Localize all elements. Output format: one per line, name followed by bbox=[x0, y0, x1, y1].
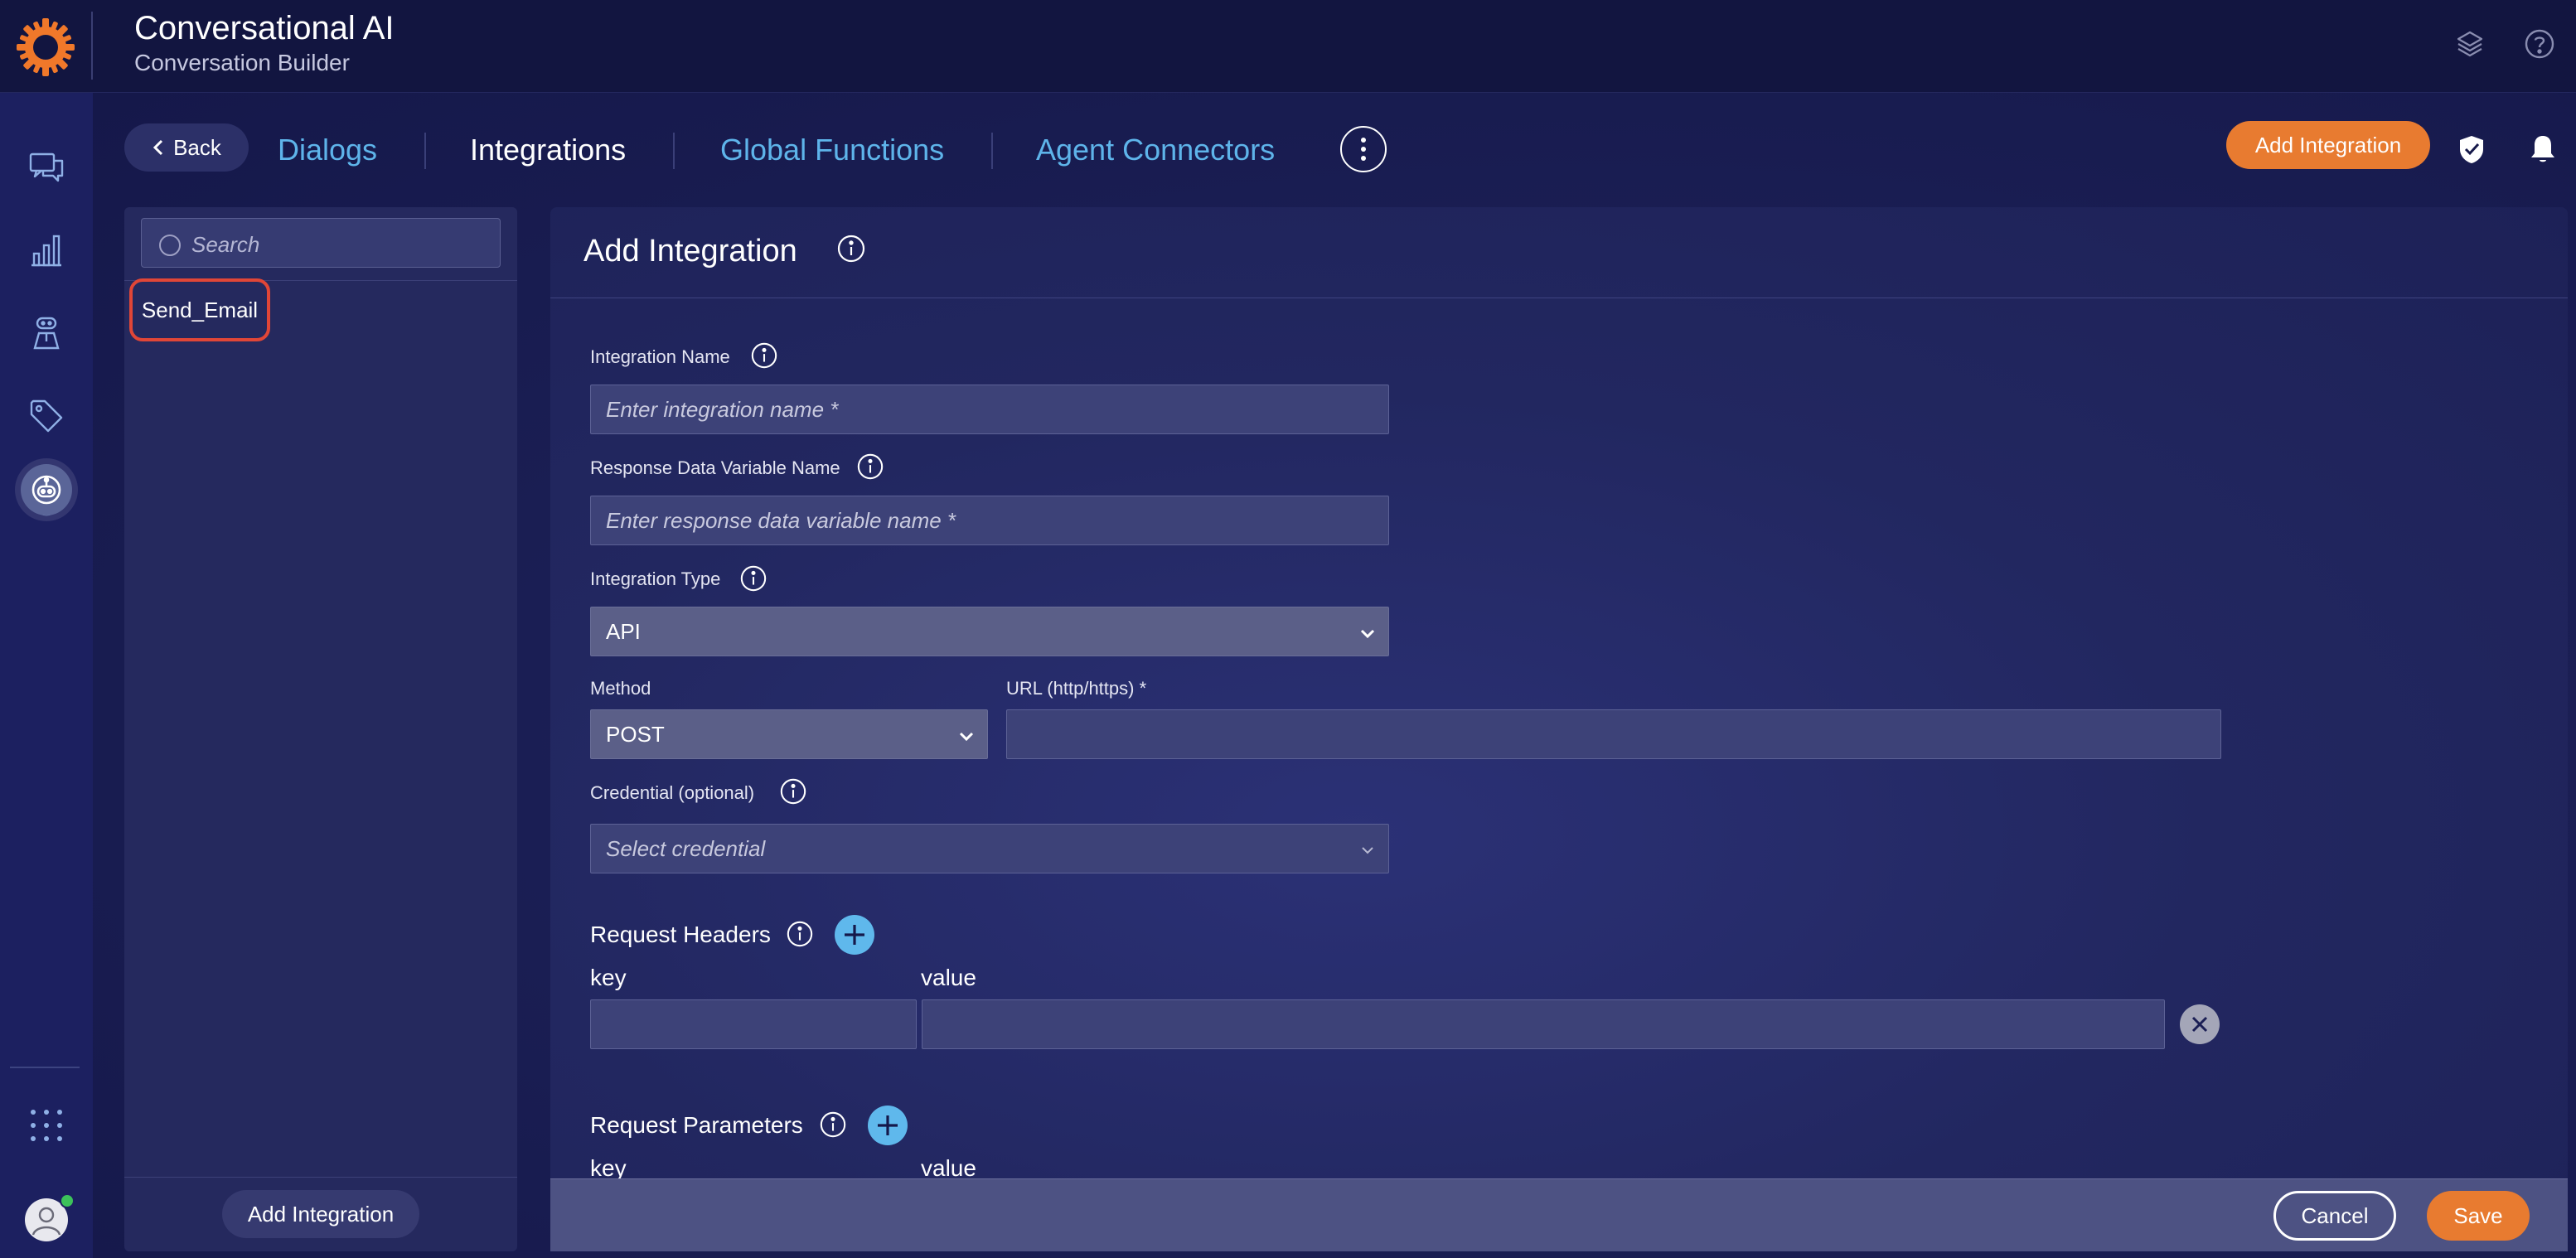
back-label: Back bbox=[173, 134, 221, 160]
list-divider bbox=[124, 1177, 517, 1178]
integration-type-select[interactable]: API bbox=[590, 607, 1389, 656]
search-icon bbox=[157, 232, 183, 259]
top-bar: Conversational AI Conversation Builder bbox=[0, 0, 2576, 93]
header-key-field[interactable] bbox=[590, 999, 917, 1049]
agent-icon[interactable] bbox=[28, 315, 65, 351]
cancel-button[interactable]: Cancel bbox=[2273, 1191, 2396, 1241]
method-select[interactable]: POST bbox=[590, 709, 988, 759]
list-item[interactable]: Send_Email bbox=[129, 278, 270, 341]
rail-divider bbox=[10, 1067, 80, 1068]
info-icon[interactable] bbox=[819, 1110, 847, 1139]
info-icon[interactable] bbox=[739, 564, 767, 593]
search-placeholder: Search bbox=[191, 232, 260, 257]
plus-icon bbox=[841, 922, 868, 948]
tab-separator bbox=[673, 133, 675, 169]
integration-name-placeholder: Enter integration name * bbox=[606, 396, 839, 422]
app-title: Conversational AI bbox=[134, 10, 395, 46]
tags-icon[interactable] bbox=[28, 398, 65, 434]
bot-icon[interactable] bbox=[28, 472, 65, 508]
more-vertical-icon bbox=[1360, 137, 1367, 162]
response-variable-placeholder: Enter response data variable name * bbox=[606, 507, 956, 533]
back-button[interactable]: Back bbox=[124, 123, 249, 172]
add-parameter-button[interactable] bbox=[868, 1106, 908, 1145]
method-label: Method bbox=[590, 678, 651, 699]
chevron-down-icon bbox=[1358, 841, 1377, 859]
search-input[interactable]: Search bbox=[141, 218, 501, 268]
form-title: Add Integration bbox=[583, 234, 797, 269]
info-icon[interactable] bbox=[786, 920, 814, 948]
credential-label: Credential (optional) bbox=[590, 782, 755, 803]
credential-select[interactable]: Select credential bbox=[590, 824, 1389, 873]
conversations-icon[interactable] bbox=[28, 149, 65, 186]
integrations-list-panel bbox=[124, 207, 517, 1251]
response-variable-label: Response Data Variable Name bbox=[590, 457, 840, 478]
add-integration-header-button[interactable]: Add Integration bbox=[2226, 121, 2430, 169]
layers-icon[interactable] bbox=[2453, 27, 2486, 60]
request-parameters-label: Request Parameters bbox=[590, 1112, 803, 1138]
brand-logo-icon[interactable] bbox=[15, 17, 76, 78]
security-shield-icon[interactable] bbox=[2455, 133, 2488, 166]
integration-name-label: Integration Name bbox=[590, 346, 730, 367]
info-icon[interactable] bbox=[856, 452, 884, 481]
add-integration-list-button[interactable]: Add Integration bbox=[222, 1190, 419, 1238]
response-variable-field[interactable]: Enter response data variable name * bbox=[590, 496, 1389, 545]
add-header-button[interactable] bbox=[835, 915, 874, 955]
chevron-down-icon bbox=[1358, 624, 1377, 642]
tab-separator bbox=[991, 133, 993, 169]
info-icon[interactable] bbox=[836, 234, 866, 264]
list-item-label: Send_Email bbox=[141, 297, 259, 322]
apps-grid-icon[interactable] bbox=[28, 1107, 65, 1144]
url-label: URL (http/https) * bbox=[1006, 678, 1147, 699]
integration-type-value: API bbox=[606, 618, 641, 644]
tab-integrations[interactable]: Integrations bbox=[470, 133, 626, 167]
request-headers-label: Request Headers bbox=[590, 922, 771, 947]
info-icon[interactable] bbox=[779, 777, 807, 806]
chevron-left-icon bbox=[152, 138, 165, 157]
tab-global-functions[interactable]: Global Functions bbox=[720, 133, 944, 167]
help-icon[interactable] bbox=[2523, 27, 2556, 60]
header-key-column-label: key bbox=[590, 965, 627, 990]
credential-placeholder: Select credential bbox=[606, 835, 766, 861]
header-value-field[interactable] bbox=[922, 999, 2165, 1049]
tab-agent-connectors[interactable]: Agent Connectors bbox=[1036, 133, 1275, 167]
header-divider bbox=[91, 12, 93, 80]
analytics-icon[interactable] bbox=[28, 232, 65, 269]
more-options-button[interactable] bbox=[1340, 126, 1387, 172]
chevron-down-icon bbox=[957, 727, 976, 745]
save-button[interactable]: Save bbox=[2427, 1191, 2530, 1241]
plus-icon bbox=[874, 1112, 901, 1139]
app-subtitle: Conversation Builder bbox=[134, 50, 350, 75]
integration-name-field[interactable]: Enter integration name * bbox=[590, 385, 1389, 434]
tab-separator bbox=[424, 133, 426, 169]
online-status-indicator bbox=[60, 1193, 75, 1208]
info-icon[interactable] bbox=[750, 341, 778, 370]
remove-header-button[interactable] bbox=[2180, 1004, 2220, 1044]
integration-type-label: Integration Type bbox=[590, 569, 721, 589]
form-footer bbox=[550, 1178, 2568, 1251]
tab-dialogs[interactable]: Dialogs bbox=[278, 133, 377, 167]
notification-bell-icon[interactable] bbox=[2526, 133, 2559, 166]
close-icon bbox=[2189, 1014, 2210, 1035]
method-value: POST bbox=[606, 721, 665, 747]
url-field[interactable] bbox=[1006, 709, 2221, 759]
header-value-column-label: value bbox=[921, 965, 976, 990]
